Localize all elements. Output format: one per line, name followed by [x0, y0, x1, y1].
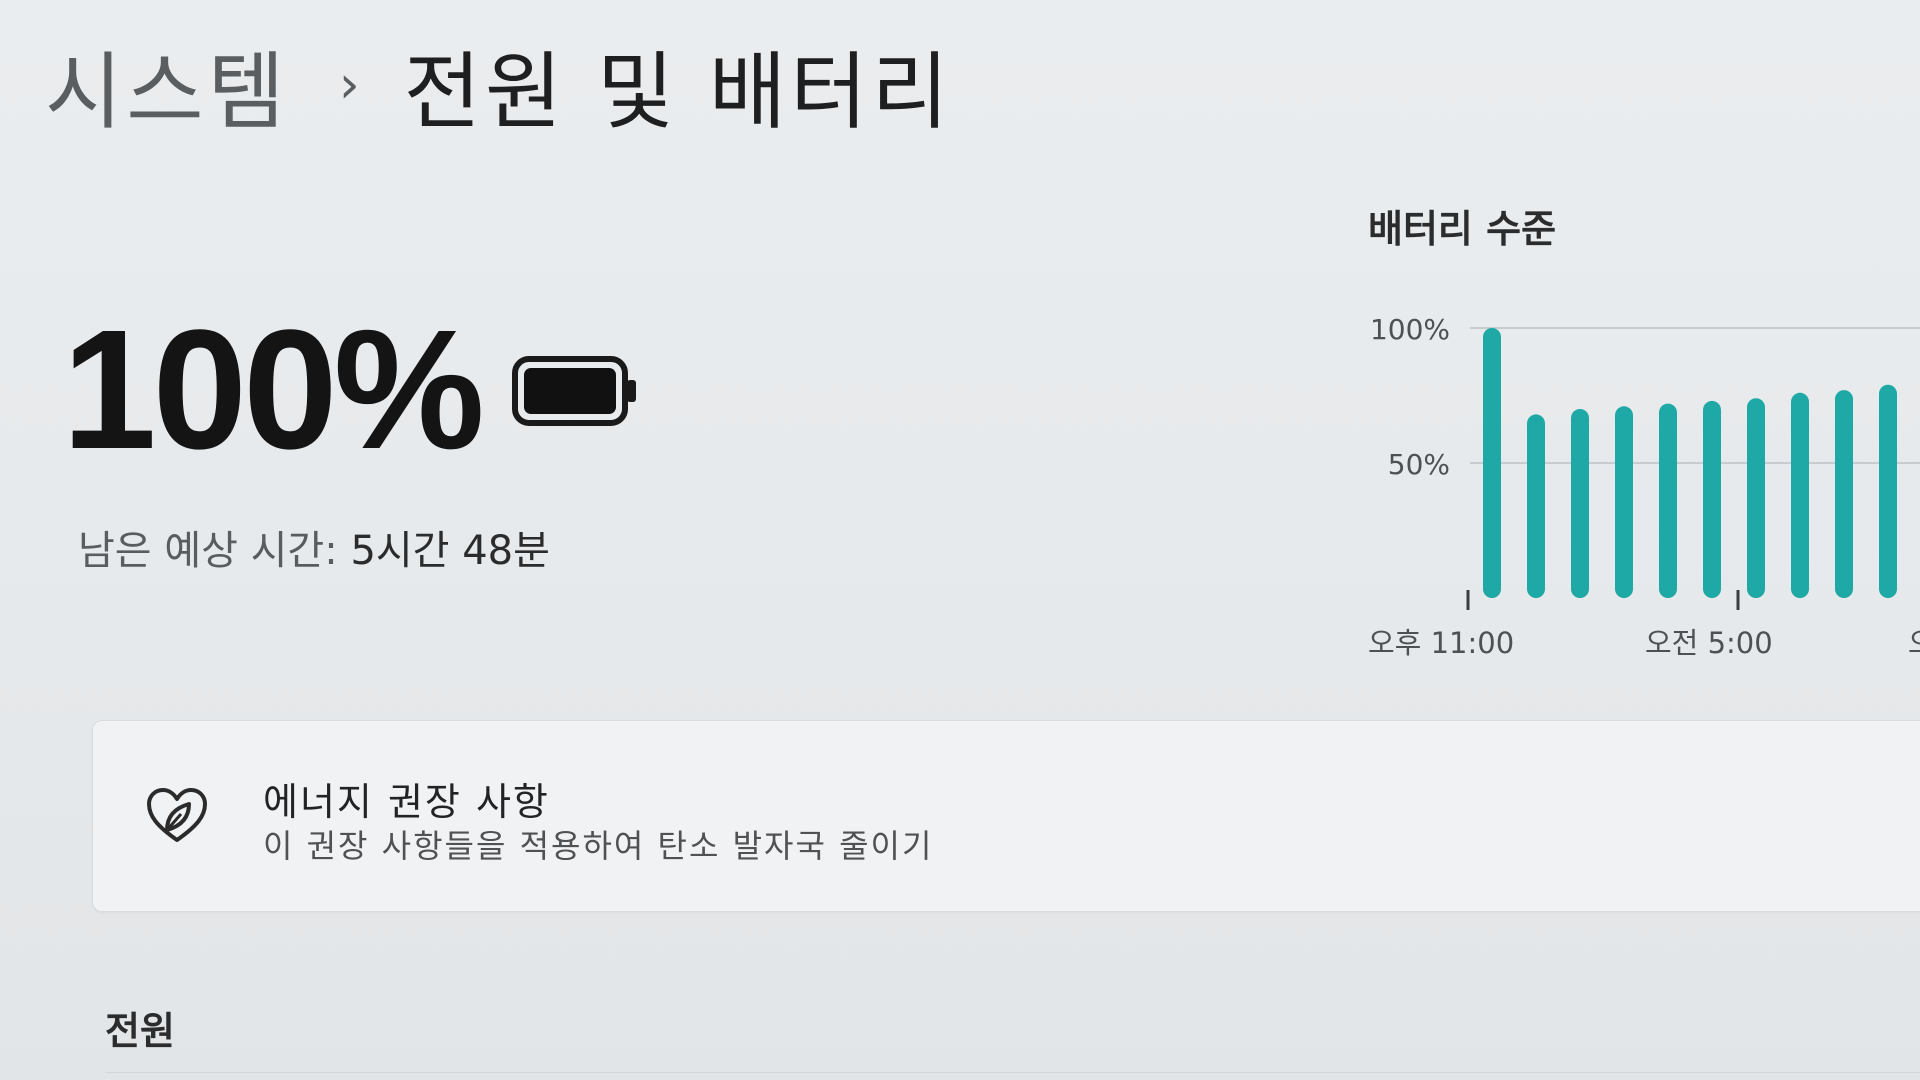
page-title: 전원 및 배터리 [403, 42, 953, 141]
chart-x-tick-label: 오전 5:00 [1645, 626, 1773, 660]
chevron-right-icon: › [338, 55, 364, 115]
section-divider [105, 1072, 1920, 1073]
battery-percentage: 100% [62, 295, 485, 485]
chart-x-tick-label: 오후 11:00 [1368, 626, 1514, 660]
battery-level-chart-title: 배터리 수준 [1368, 207, 1557, 251]
chart-bar [1747, 398, 1765, 598]
chart-y-tick-label: 100% [1370, 313, 1450, 346]
chart-bar [1835, 390, 1853, 598]
estimated-time-remaining: 남은 예상 시간: 5시간 48분 [78, 518, 550, 576]
chart-bar [1571, 409, 1589, 598]
energy-recommendations-card[interactable]: 에너지 권장 사항 이 권장 사항들을 적용하여 탄소 발자국 줄이기 [92, 720, 1920, 912]
battery-level-chart[interactable]: 100% 50% 오후 11:00 오전 5:00 오 [1340, 290, 1920, 660]
chart-bar [1527, 414, 1545, 598]
chart-bar [1791, 392, 1809, 598]
chart-y-tick-label: 50% [1388, 448, 1450, 481]
chart-x-tick-label: 오 [1908, 626, 1920, 660]
remaining-label: 남은 예상 시간: [78, 528, 338, 574]
breadcrumb-system-link[interactable]: 시스템 [45, 25, 289, 146]
remaining-value: 5시간 48분 [350, 528, 550, 574]
chart-bar [1615, 406, 1633, 598]
energy-recommendations-title: 에너지 권장 사항 [263, 780, 550, 824]
energy-recommendations-subtitle: 이 권장 사항들을 적용하여 탄소 발자국 줄이기 [263, 827, 934, 865]
leaf-heart-icon [145, 786, 209, 846]
breadcrumb: 시스템 › 전원 및 배터리 [45, 30, 953, 141]
chart-bar [1659, 403, 1677, 598]
battery-full-icon [512, 355, 640, 427]
power-section-title: 전원 [105, 1009, 175, 1053]
chart-bar [1703, 400, 1721, 598]
chart-bar [1879, 384, 1897, 598]
chart-bar [1483, 328, 1501, 598]
